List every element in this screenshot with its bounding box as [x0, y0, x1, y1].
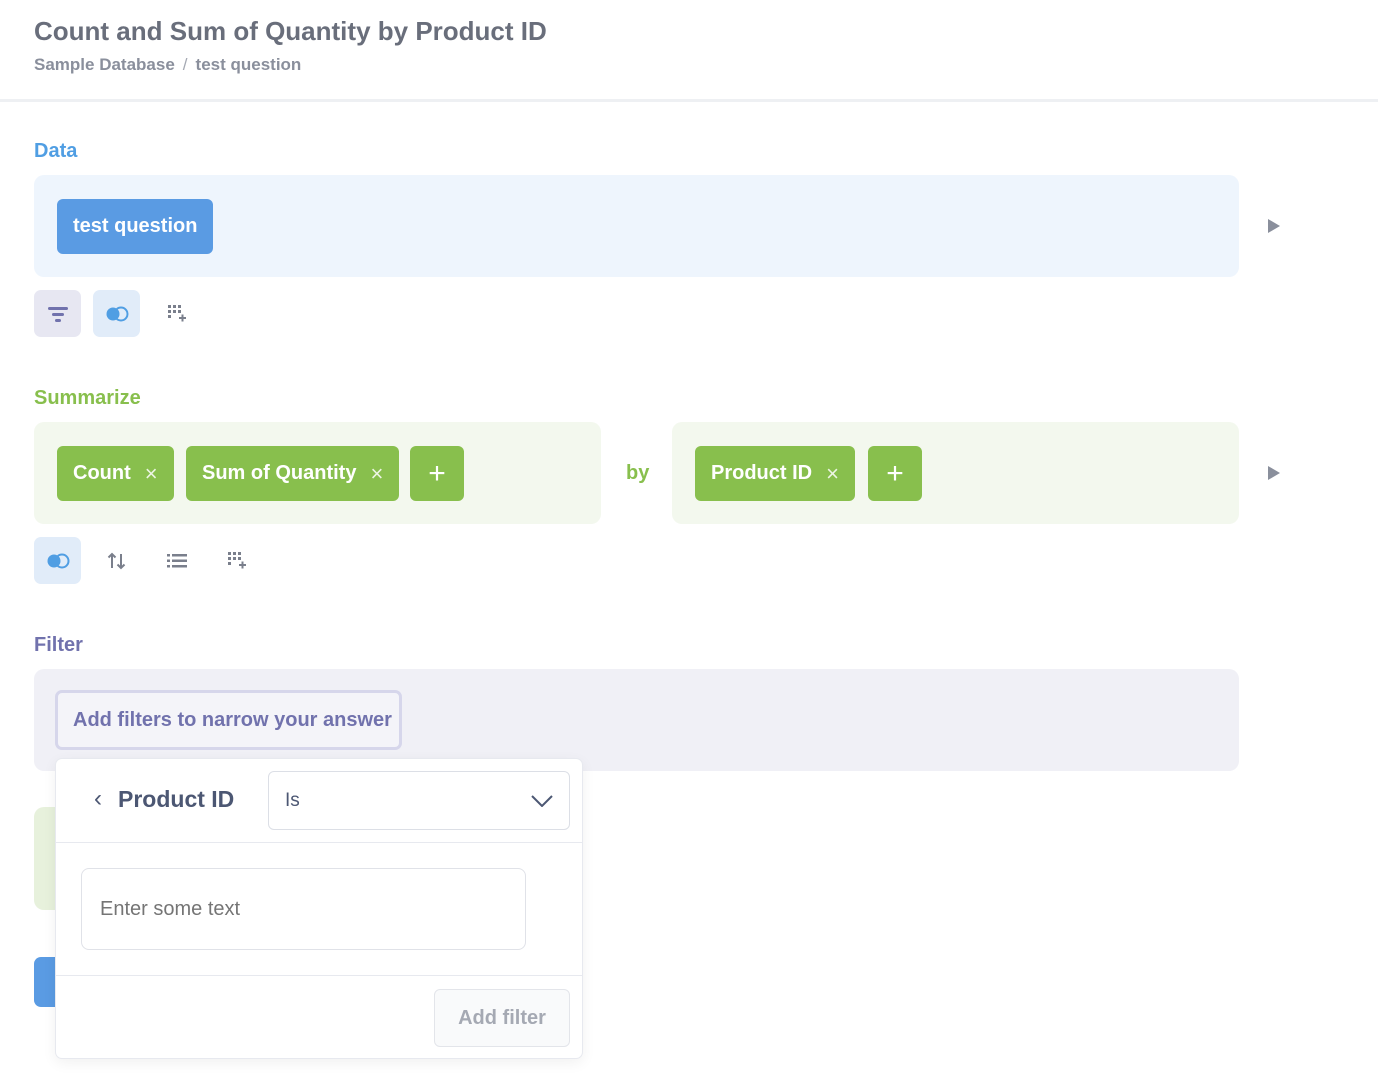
custom-column-icon	[227, 551, 246, 568]
remove-metric-icon[interactable]: ×	[145, 461, 158, 487]
chevron-down-icon	[531, 794, 553, 807]
preview-summarize-button[interactable]	[1268, 466, 1280, 480]
filter-value-input[interactable]	[81, 868, 526, 950]
metric-label: Sum of Quantity	[202, 462, 357, 484]
custom-column-icon	[167, 304, 186, 321]
page-title: Count and Sum of Quantity by Product ID	[34, 16, 547, 46]
add-limit-button[interactable]	[153, 537, 200, 584]
breadcrumb-question[interactable]: test question	[196, 55, 302, 74]
filter-icon	[47, 306, 68, 322]
popover-header: ‹ Product ID Is	[56, 759, 582, 843]
add-breakout-button[interactable]: +	[868, 446, 922, 501]
join-icon	[106, 306, 128, 321]
summarize-section-label: Summarize	[34, 387, 141, 409]
by-label: by	[626, 462, 650, 484]
breakout-label: Product ID	[711, 462, 813, 484]
sort-icon	[107, 552, 125, 569]
breakouts-panel: Product ID × +	[672, 422, 1239, 524]
add-filter-step-button[interactable]	[34, 290, 81, 337]
add-filter-button[interactable]: Add filter	[434, 989, 570, 1047]
data-source-pill[interactable]: test question	[57, 199, 214, 254]
chevron-left-icon: ‹	[94, 785, 102, 812]
page-header: Count and Sum of Quantity by Product ID …	[0, 0, 1378, 102]
breadcrumb-separator: /	[182, 55, 188, 74]
add-metric-button[interactable]: +	[410, 446, 464, 501]
back-button[interactable]: ‹ Product ID	[94, 785, 234, 813]
filter-field-name: Product ID	[118, 785, 235, 812]
filter-popover: ‹ Product ID Is Add filter	[55, 758, 583, 1059]
join-icon	[47, 553, 69, 568]
metrics-panel: Count × Sum of Quantity × +	[34, 422, 601, 524]
operator-select[interactable]: Is	[268, 771, 570, 830]
list-icon	[166, 553, 187, 567]
metric-pill-count[interactable]: Count ×	[57, 446, 174, 501]
metric-pill-sum-quantity[interactable]: Sum of Quantity ×	[186, 446, 400, 501]
add-join-step-button[interactable]	[93, 290, 140, 337]
preview-data-button[interactable]	[1268, 219, 1280, 233]
metric-label: Count	[73, 462, 131, 484]
breadcrumb-database[interactable]: Sample Database	[34, 55, 175, 74]
operator-value: Is	[285, 789, 300, 811]
add-filters-button[interactable]: Add filters to narrow your answer	[55, 690, 402, 750]
add-join-step-button-2[interactable]	[34, 537, 81, 584]
breakout-pill-product-id[interactable]: Product ID ×	[695, 446, 855, 501]
remove-metric-icon[interactable]: ×	[370, 461, 383, 487]
remove-breakout-icon[interactable]: ×	[826, 461, 839, 487]
filter-section-label: Filter	[34, 634, 83, 656]
add-custom-column-button[interactable]	[153, 290, 200, 337]
add-sort-button[interactable]	[93, 537, 140, 584]
breadcrumb: Sample Database / test question	[34, 55, 301, 75]
data-section-label: Data	[34, 140, 78, 162]
data-step-panel: test question	[34, 175, 1239, 277]
popover-divider	[56, 975, 582, 976]
add-custom-column-button-2[interactable]	[213, 537, 260, 584]
